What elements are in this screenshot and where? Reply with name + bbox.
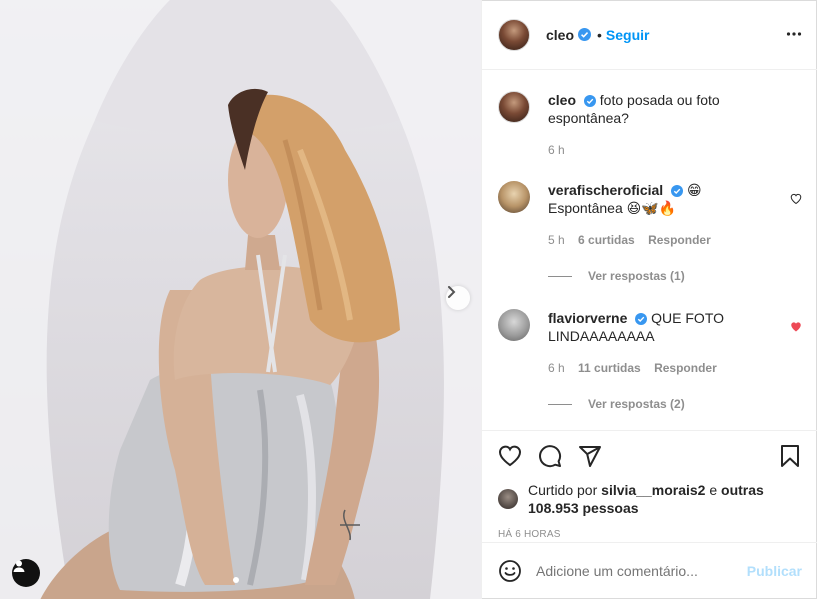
view-replies-label[interactable]: Ver respostas (1) [588,269,685,283]
photo-illustration [0,0,481,599]
comment-emoji: 😁 [686,182,702,198]
heart-icon[interactable] [790,193,802,205]
reply-button[interactable]: Responder [654,361,717,375]
next-photo-button[interactable] [446,286,470,310]
author-avatar[interactable] [498,18,530,51]
comment-meta: 5 h 6 curtidas Responder [548,231,772,249]
comments-list[interactable]: cleo foto posada ou foto espontânea? 6 h… [482,71,817,429]
heart-filled-icon[interactable] [790,321,802,333]
replies-line [548,275,572,277]
liker-avatar[interactable] [498,489,518,509]
comment-time[interactable]: 5 h [548,233,565,247]
comment-meta: 6 h 11 curtidas Responder [548,359,772,377]
action-icons [498,431,802,481]
comment-icon[interactable] [538,444,562,468]
caption-time[interactable]: 6 h [548,143,565,157]
commenter-avatar[interactable] [498,309,530,341]
post-side-panel: cleo • Seguir cleo foto posada ou foto e… [481,0,817,599]
commenter-username[interactable]: flaviorverne [548,310,627,326]
comment-item: verafischeroficial 😁 Espontânea 😆🦋🔥 5 h … [498,181,802,249]
chevron-right-icon [448,286,456,298]
liker-username[interactable]: silvia__morais2 [601,482,705,498]
comment-text: Espontânea 😆🦋🔥 [548,200,677,216]
post-header: cleo • Seguir [482,0,817,70]
comment-likes[interactable]: 11 curtidas [578,361,641,375]
comment-item: flaviorverne QUE FOTO LINDAAAAAAAA 6 h 1… [498,309,802,377]
caption: cleo foto posada ou foto espontânea? 6 h [498,91,802,159]
commenter-avatar[interactable] [498,181,530,213]
verified-icon [671,185,684,197]
liked-by: Curtido por silvia__morais2 e outras 108… [498,481,802,517]
commenter-username[interactable]: verafischeroficial [548,182,663,198]
post-photo[interactable] [0,0,481,599]
author-username[interactable]: cleo [546,27,574,43]
publish-button[interactable]: Publicar [747,563,802,579]
comment-time[interactable]: 6 h [548,361,565,375]
save-icon[interactable] [778,444,802,468]
follow-button[interactable]: Seguir [606,27,650,43]
comment-likes[interactable]: 6 curtidas [578,233,635,247]
caption-meta: 6 h [548,141,772,159]
tagged-users-button[interactable] [12,559,40,587]
user-tag-icon [13,560,25,572]
caption-username[interactable]: cleo [548,92,576,108]
header-separator: • [597,26,602,43]
view-replies-button[interactable]: Ver respostas (1) [548,269,802,283]
liked-by-connector: e [709,482,718,498]
verified-icon [583,95,596,107]
view-replies-label[interactable]: Ver respostas (2) [588,397,685,411]
reply-button[interactable]: Responder [648,233,711,247]
verified-icon [578,28,592,41]
post-actions: Curtido por silvia__morais2 e outras 108… [482,430,817,540]
liked-by-prefix: Curtido por [528,482,598,498]
emoji-icon[interactable] [498,559,522,583]
post-timestamp[interactable]: HÁ 6 HORAS [498,529,802,540]
add-comment-bar: Publicar [482,542,817,599]
more-icon[interactable] [786,26,802,42]
view-replies-button[interactable]: Ver respostas (2) [548,397,802,411]
comment-input[interactable] [536,563,747,579]
verified-icon [635,313,648,325]
heart-icon[interactable] [498,444,522,468]
carousel-indicator-dot [233,577,239,583]
caption-avatar[interactable] [498,91,530,123]
share-icon[interactable] [578,444,602,468]
replies-line [548,403,572,405]
